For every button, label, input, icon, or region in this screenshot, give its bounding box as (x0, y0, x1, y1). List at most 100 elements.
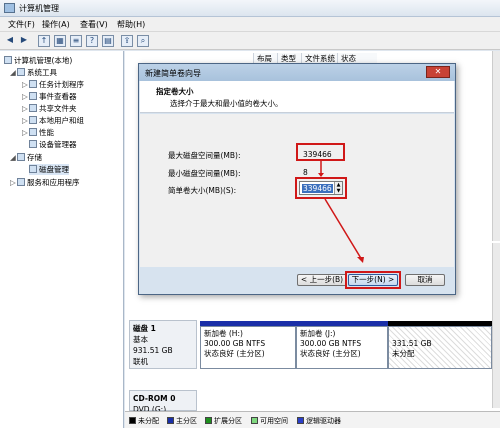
volume-list-scrollbar[interactable] (492, 51, 500, 241)
legend-swatch (297, 417, 304, 424)
legend-free: 可用空间 (251, 416, 288, 426)
legend-swatch (251, 417, 258, 424)
help-icon[interactable]: ? (86, 35, 98, 47)
expand-arrow-icon[interactable]: ◢ (10, 68, 17, 77)
tree-item-local-users[interactable]: ▷ 本地用户和组 (22, 115, 84, 126)
legend-label: 可用空间 (260, 417, 288, 425)
cdrom-name: CD-ROM 0 (133, 394, 176, 403)
show-tree-icon[interactable]: ▦ (54, 35, 66, 47)
wizard-body: 最大磁盘空间量(MB): 339466 最小磁盘空间量(MB): 8 简单卷大小… (140, 114, 454, 267)
tree-item-label: 系统工具 (27, 68, 57, 77)
tree-item-label: 任务计划程序 (39, 80, 84, 89)
device-manager-icon (29, 140, 37, 148)
tree-item-performance[interactable]: ▷ 性能 (22, 127, 54, 138)
annotation-arrows (318, 161, 364, 263)
disk-type: 基本 (133, 335, 148, 344)
cdrom-label[interactable]: CD-ROM 0 DVD (G:) (129, 390, 197, 414)
tree-item-disk-management[interactable]: 磁盘管理 (29, 164, 69, 175)
partition-name (392, 329, 488, 339)
legend-extended: 扩展分区 (205, 416, 242, 426)
tree-item-label: 本地用户和组 (39, 116, 84, 125)
wizard-heading: 指定卷大小 (156, 87, 194, 96)
disk-name: 磁盘 1 (133, 324, 156, 333)
next-button-highlight (345, 271, 401, 289)
partition-name: 新加卷 (J:) (300, 329, 336, 338)
expand-arrow-icon[interactable]: ▷ (22, 116, 29, 125)
tools-icon (17, 68, 25, 76)
back-button[interactable]: < 上一步(B) (297, 274, 347, 286)
legend-swatch (167, 417, 174, 424)
menu-view[interactable]: 查看(V) (80, 19, 108, 30)
partition-h[interactable]: 新加卷 (H:) 300.00 GB NTFS 状态良好 (主分区) (200, 326, 296, 369)
forward-arrow-icon[interactable]: ▶ (18, 35, 30, 47)
computer-management-icon (4, 3, 15, 13)
toolbar: ◀ ▶ ↑ ▦ ≡ ? ▤ ⇪ ⌕ (0, 32, 500, 50)
export-icon[interactable]: ⇪ (121, 35, 133, 47)
legend-label: 主分区 (176, 417, 197, 425)
legend-bar: 未分配 主分区 扩展分区 可用空间 逻辑驱动器 (125, 411, 500, 428)
wizard-header: 指定卷大小 选择介于最大和最小值的卷大小。 (140, 81, 454, 113)
partition-unallocated[interactable]: 331.51 GB 未分配 (388, 326, 492, 369)
legend-swatch (129, 417, 136, 424)
navigation-tree: 计算机管理(本地) ◢ 系统工具 ▷ 任务计划程序 ▷ 事件查看器 ▷ 共享文件夹 ▷ 本… (0, 51, 124, 428)
wizard-title-bar: 新建简单卷向导 ✕ (139, 64, 455, 81)
legend-logical: 逻辑驱动器 (297, 416, 341, 426)
tree-item-services-apps[interactable]: ▷ 服务和应用程序 (10, 177, 80, 188)
partition-j[interactable]: 新加卷 (J:) 300.00 GB NTFS 状态良好 (主分区) (296, 326, 388, 369)
tree-item-task-scheduler[interactable]: ▷ 任务计划程序 (22, 79, 84, 90)
legend-primary: 主分区 (167, 416, 197, 426)
shared-folder-icon (29, 104, 37, 112)
list-view-icon[interactable]: ▤ (102, 35, 114, 47)
disk-map-scrollbar[interactable] (492, 243, 500, 408)
expand-arrow-icon[interactable]: ▷ (22, 92, 29, 101)
legend-label: 逻辑驱动器 (306, 417, 341, 425)
tree-item-event-viewer[interactable]: ▷ 事件查看器 (22, 91, 77, 102)
menu-bar: 文件(F) 操作(A) 查看(V) 帮助(H) (0, 17, 500, 32)
menu-help[interactable]: 帮助(H) (117, 19, 145, 30)
expand-arrow-icon[interactable]: ▷ (10, 178, 17, 187)
tree-item-system-tools[interactable]: ◢ 系统工具 (10, 67, 57, 78)
expand-arrow-icon[interactable]: ◢ (10, 153, 17, 162)
partition-name: 新加卷 (H:) (204, 329, 243, 338)
expand-arrow-icon[interactable]: ▷ (22, 128, 29, 137)
users-icon (29, 116, 37, 124)
arrowhead-icon (357, 257, 364, 263)
arrowhead-icon (318, 173, 324, 177)
disk-management-icon (29, 165, 37, 173)
partition-status: 状态良好 (主分区) (204, 349, 265, 358)
tree-item-storage[interactable]: ◢ 存储 (10, 152, 42, 163)
tree-item-label: 设备管理器 (39, 140, 77, 149)
cancel-button[interactable]: 取消 (405, 274, 445, 286)
partition-status: 未分配 (392, 349, 415, 358)
partition-size: 331.51 GB (392, 339, 432, 348)
disk-size: 931.51 GB (133, 346, 173, 355)
search-icon[interactable]: ⌕ (137, 35, 149, 47)
tree-item-device-manager[interactable]: 设备管理器 (29, 139, 77, 150)
menu-action[interactable]: 操作(A) (42, 19, 70, 30)
wizard-subheading: 选择介于最大和最小值的卷大小。 (170, 99, 283, 108)
event-log-icon (29, 92, 37, 100)
wizard-title: 新建简单卷向导 (145, 69, 201, 78)
partition-status: 状态良好 (主分区) (300, 349, 361, 358)
expand-arrow-icon[interactable]: ▷ (22, 104, 29, 113)
tree-item-label: 服务和应用程序 (27, 178, 80, 187)
title-bar: 计算机管理 (0, 0, 500, 17)
clock-icon (29, 80, 37, 88)
disk-status: 联机 (133, 357, 148, 366)
expand-arrow-icon[interactable]: ▷ (22, 80, 29, 89)
tree-item-shared-folders[interactable]: ▷ 共享文件夹 (22, 103, 77, 114)
disk-1-label[interactable]: 磁盘 1 基本 931.51 GB 联机 (129, 320, 197, 369)
properties-icon[interactable]: ≡ (70, 35, 82, 47)
legend-unallocated: 未分配 (129, 416, 159, 426)
back-arrow-icon[interactable]: ◀ (4, 35, 16, 47)
up-folder-icon[interactable]: ↑ (38, 35, 50, 47)
window-title: 计算机管理 (19, 4, 59, 13)
menu-file[interactable]: 文件(F) (8, 19, 35, 30)
performance-icon (29, 128, 37, 136)
legend-label: 扩展分区 (214, 417, 242, 425)
close-icon[interactable]: ✕ (426, 66, 450, 78)
legend-swatch (205, 417, 212, 424)
partition-size: 300.00 GB NTFS (204, 339, 266, 348)
new-simple-volume-wizard: 新建简单卷向导 ✕ 指定卷大小 选择介于最大和最小值的卷大小。 最大磁盘空间量(… (138, 63, 456, 295)
tree-item-computer-management[interactable]: 计算机管理(本地) (4, 55, 72, 66)
